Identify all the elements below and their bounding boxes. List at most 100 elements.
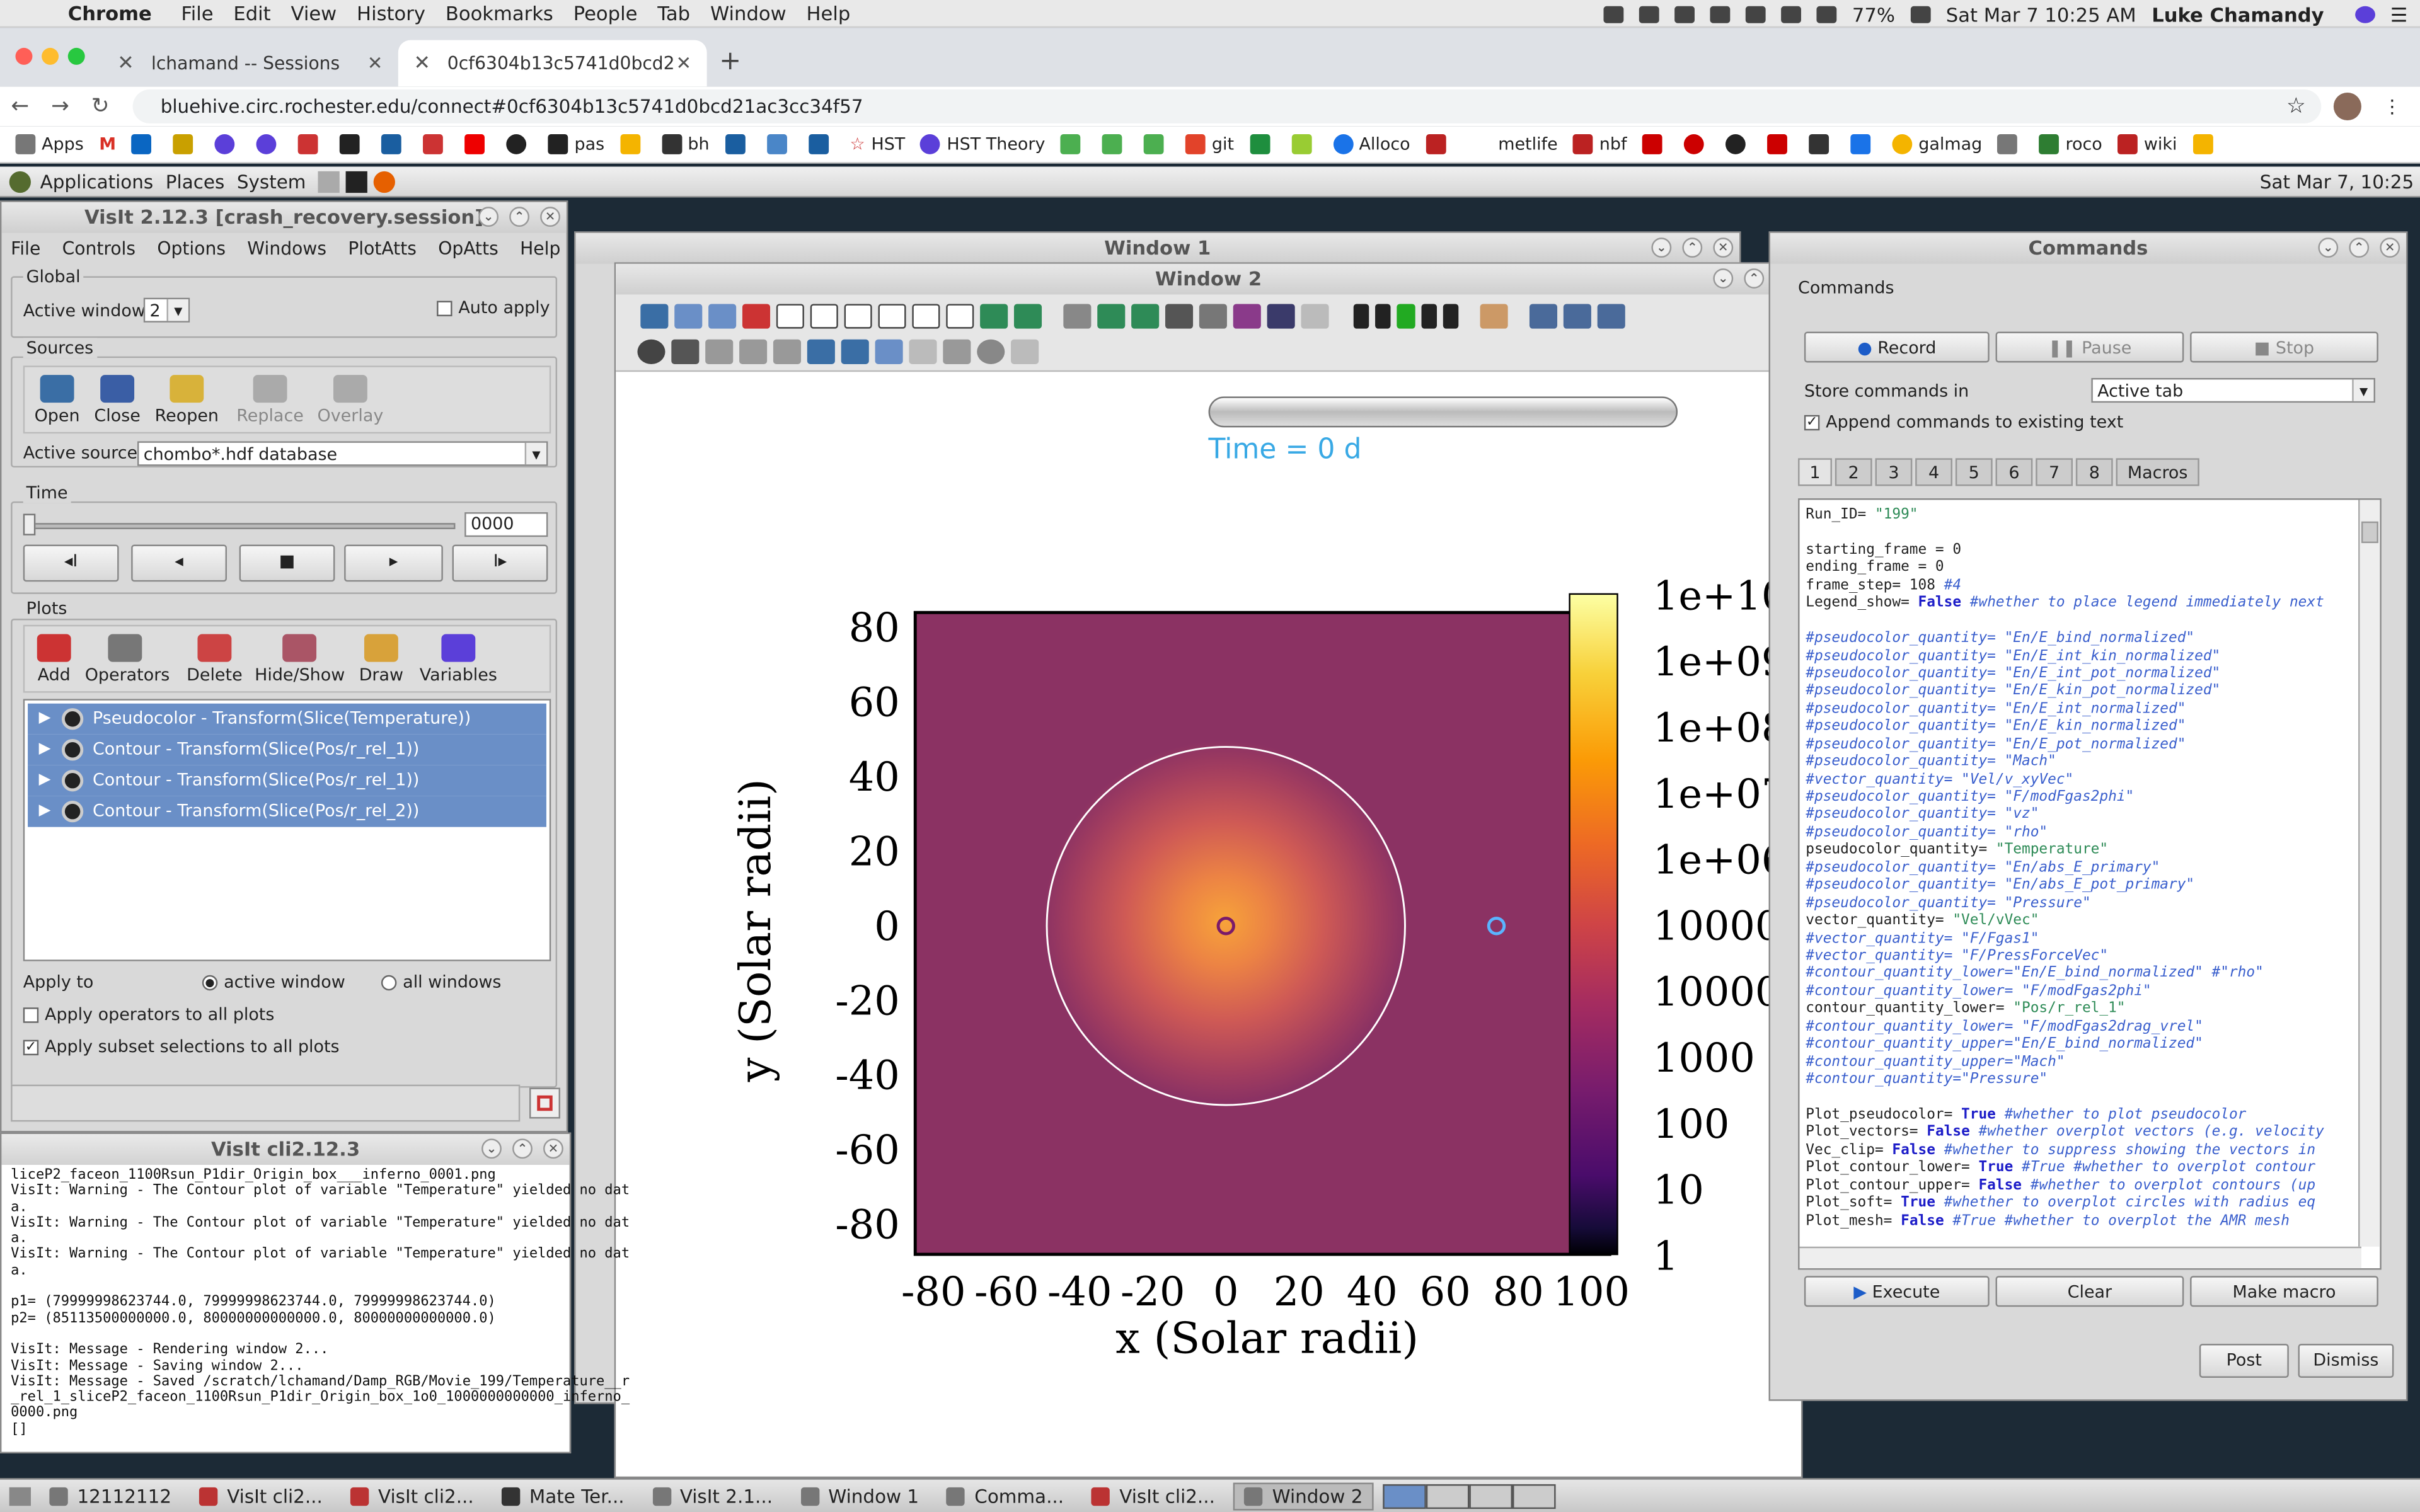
minimize-icon[interactable]: ⌄	[2318, 238, 2339, 258]
store-commands-select[interactable]: Active tab ▼	[2091, 378, 2375, 403]
taskbar-item[interactable]: VisIt cli2...	[341, 1482, 483, 1509]
status-icon[interactable]	[1639, 5, 1659, 23]
panel-clock[interactable]: Sat Mar 7, 10:25	[2260, 171, 2414, 192]
bookmark[interactable]	[381, 134, 408, 154]
bookmark[interactable]	[1809, 134, 1835, 154]
bookmark-star-icon[interactable]: ☆	[2286, 94, 2306, 118]
expand-icon[interactable]: ▶	[28, 704, 62, 735]
maximize-icon[interactable]: ⌃	[512, 1138, 533, 1159]
bookmark-metlife[interactable]: metlife	[1498, 134, 1557, 154]
menu-options[interactable]: Options	[157, 238, 226, 259]
address-bar[interactable]: bluehive.circ.rochester.edu/connect#0cf6…	[132, 89, 2322, 123]
close-tab-icon[interactable]: ✕	[676, 52, 692, 74]
plot-visibility-icon[interactable]	[61, 801, 84, 823]
bookmark[interactable]	[464, 134, 492, 154]
taskbar-item[interactable]: Window 1	[791, 1482, 928, 1509]
visit-main-titlebar[interactable]: VisIt 2.12.3 [crash_recovery.session] ⌄ …	[1, 202, 567, 233]
replace-button[interactable]: Replace	[233, 375, 308, 426]
tab-4[interactable]: 4	[1915, 458, 1952, 486]
forward-icon[interactable]: →	[40, 94, 81, 118]
plot-list-item[interactable]: ▶ Contour - Transform(Slice(Pos/r_rel_2))	[28, 796, 546, 827]
bookmark[interactable]	[340, 134, 366, 154]
bookmark-git[interactable]: git	[1185, 134, 1234, 154]
close-icon[interactable]: ✕	[2380, 238, 2400, 258]
user-name[interactable]: Luke Chamandy	[2152, 3, 2324, 26]
command-text[interactable]: Run_ID= "199" starting_frame = 0 ending_fr…	[1806, 506, 2349, 1229]
auto-apply-checkbox[interactable]: Auto apply	[437, 298, 550, 318]
bookmark[interactable]	[1642, 134, 1669, 154]
maximize-icon[interactable]: ⌃	[509, 207, 530, 227]
tab-7[interactable]: 7	[2036, 458, 2073, 486]
chrome-menu-icon[interactable]: ⋮	[2383, 96, 2401, 117]
bookmark[interactable]	[1426, 134, 1452, 154]
minimize-icon[interactable]: ⌄	[1651, 238, 1672, 258]
record-button[interactable]: ● Record	[1804, 331, 1990, 363]
tab-8[interactable]: 8	[2075, 458, 2113, 486]
close-button[interactable]: Close	[88, 375, 147, 426]
time-slider[interactable]	[26, 523, 456, 530]
bookmark[interactable]	[1249, 134, 1276, 154]
cli-output[interactable]: liceP2_faceon_1100Rsun_P1dir_Origin_box_…	[11, 1168, 630, 1438]
apply-subset-checkbox[interactable]: ✓ Apply subset selections to all plots	[23, 1037, 340, 1057]
minimize-window-icon[interactable]	[42, 47, 59, 65]
close-icon[interactable]: ✕	[543, 1138, 563, 1159]
plot-visibility-icon[interactable]	[61, 770, 84, 792]
menu-windows[interactable]: Windows	[247, 238, 326, 259]
bookmark[interactable]	[1102, 134, 1129, 154]
cloud-icon[interactable]	[1674, 5, 1695, 23]
time-state-field[interactable]: 0000	[464, 512, 548, 537]
pause-button[interactable]: ❚❚ Pause	[1995, 331, 2184, 363]
profile-avatar[interactable]	[2333, 92, 2361, 121]
bookmark-apps[interactable]: Apps	[15, 134, 84, 154]
close-window-icon[interactable]	[15, 47, 33, 65]
bookmark[interactable]	[214, 134, 241, 154]
calculator-icon[interactable]	[318, 170, 340, 192]
bookmark-galmag[interactable]: galmag	[1892, 134, 1982, 154]
active-window-select[interactable]: 2 ▼	[143, 297, 190, 323]
menu-view[interactable]: View	[291, 1, 351, 25]
add-plot-button[interactable]: Add	[30, 634, 79, 685]
stop-button[interactable]: ■ Stop	[2190, 331, 2378, 363]
make-macro-button[interactable]: Make macro	[2190, 1276, 2378, 1307]
menu-history[interactable]: History	[357, 1, 439, 25]
draw-button[interactable]: Draw	[354, 634, 409, 685]
plot-list-item[interactable]: ▶ Pseudocolor - Transform(Slice(Temperatu…	[28, 703, 546, 735]
delete-plot-button[interactable]: Delete	[181, 634, 249, 685]
time-slider-handle[interactable]	[23, 513, 36, 536]
plot-list-item[interactable]: ▶ Contour - Transform(Slice(Pos/r_rel_1))	[28, 734, 546, 765]
bookmark-wiki[interactable]: wiki	[2118, 134, 2177, 154]
active-source-select[interactable]: chombo*.hdf database ▼	[137, 441, 548, 466]
menu-window[interactable]: Window	[710, 1, 800, 25]
cli-titlebar[interactable]: VisIt cli2.12.3 ⌄ ⌃ ✕	[1, 1134, 570, 1165]
wifi-icon[interactable]	[1781, 5, 1802, 23]
terminal-icon[interactable]	[346, 170, 368, 192]
bookmark[interactable]	[173, 134, 200, 154]
taskbar-item[interactable]: 12112112	[40, 1482, 181, 1509]
open-button[interactable]: Open	[30, 375, 85, 426]
taskbar-item[interactable]: VisIt 2.1...	[643, 1482, 782, 1509]
window-1-titlebar[interactable]: Window 1 ⌄ ⌃ ✕	[575, 232, 1740, 264]
command-editor[interactable]: Run_ID= "199" starting_frame = 0 ending_fr…	[1798, 498, 2382, 1270]
next-state-button[interactable]: I▸	[452, 544, 548, 582]
bluetooth-icon[interactable]	[1745, 5, 1766, 23]
bookmark-gmail[interactable]: M	[99, 134, 116, 154]
bookmark[interactable]	[808, 134, 834, 154]
append-commands-checkbox[interactable]: ✓ Append commands to existing text	[1804, 412, 2123, 432]
volume-icon[interactable]	[1816, 5, 1837, 23]
minimize-icon[interactable]: ⌄	[478, 207, 499, 227]
bookmark[interactable]	[619, 134, 647, 154]
taskbar-item-active[interactable]: Window 2	[1233, 1482, 1374, 1510]
bookmark-alloco[interactable]: Alloco	[1332, 134, 1410, 154]
maximize-icon[interactable]: ⌃	[2349, 238, 2370, 258]
execute-button[interactable]: ▶ Execute	[1804, 1276, 1990, 1307]
bookmark-roco[interactable]: roco	[2039, 134, 2102, 154]
plot-visibility-icon[interactable]	[61, 708, 84, 730]
dropbox-icon[interactable]	[1603, 5, 1624, 23]
menu-controls[interactable]: Controls	[62, 238, 135, 259]
close-icon[interactable]: ✕	[1713, 238, 1734, 258]
battery-icon[interactable]	[1910, 5, 1931, 23]
expand-icon[interactable]: ▶	[28, 796, 62, 827]
new-tab-icon[interactable]: +	[719, 46, 741, 77]
dismiss-button[interactable]: Dismiss	[2298, 1344, 2394, 1378]
clock[interactable]: Sat Mar 7 10:25 AM	[1946, 3, 2136, 26]
